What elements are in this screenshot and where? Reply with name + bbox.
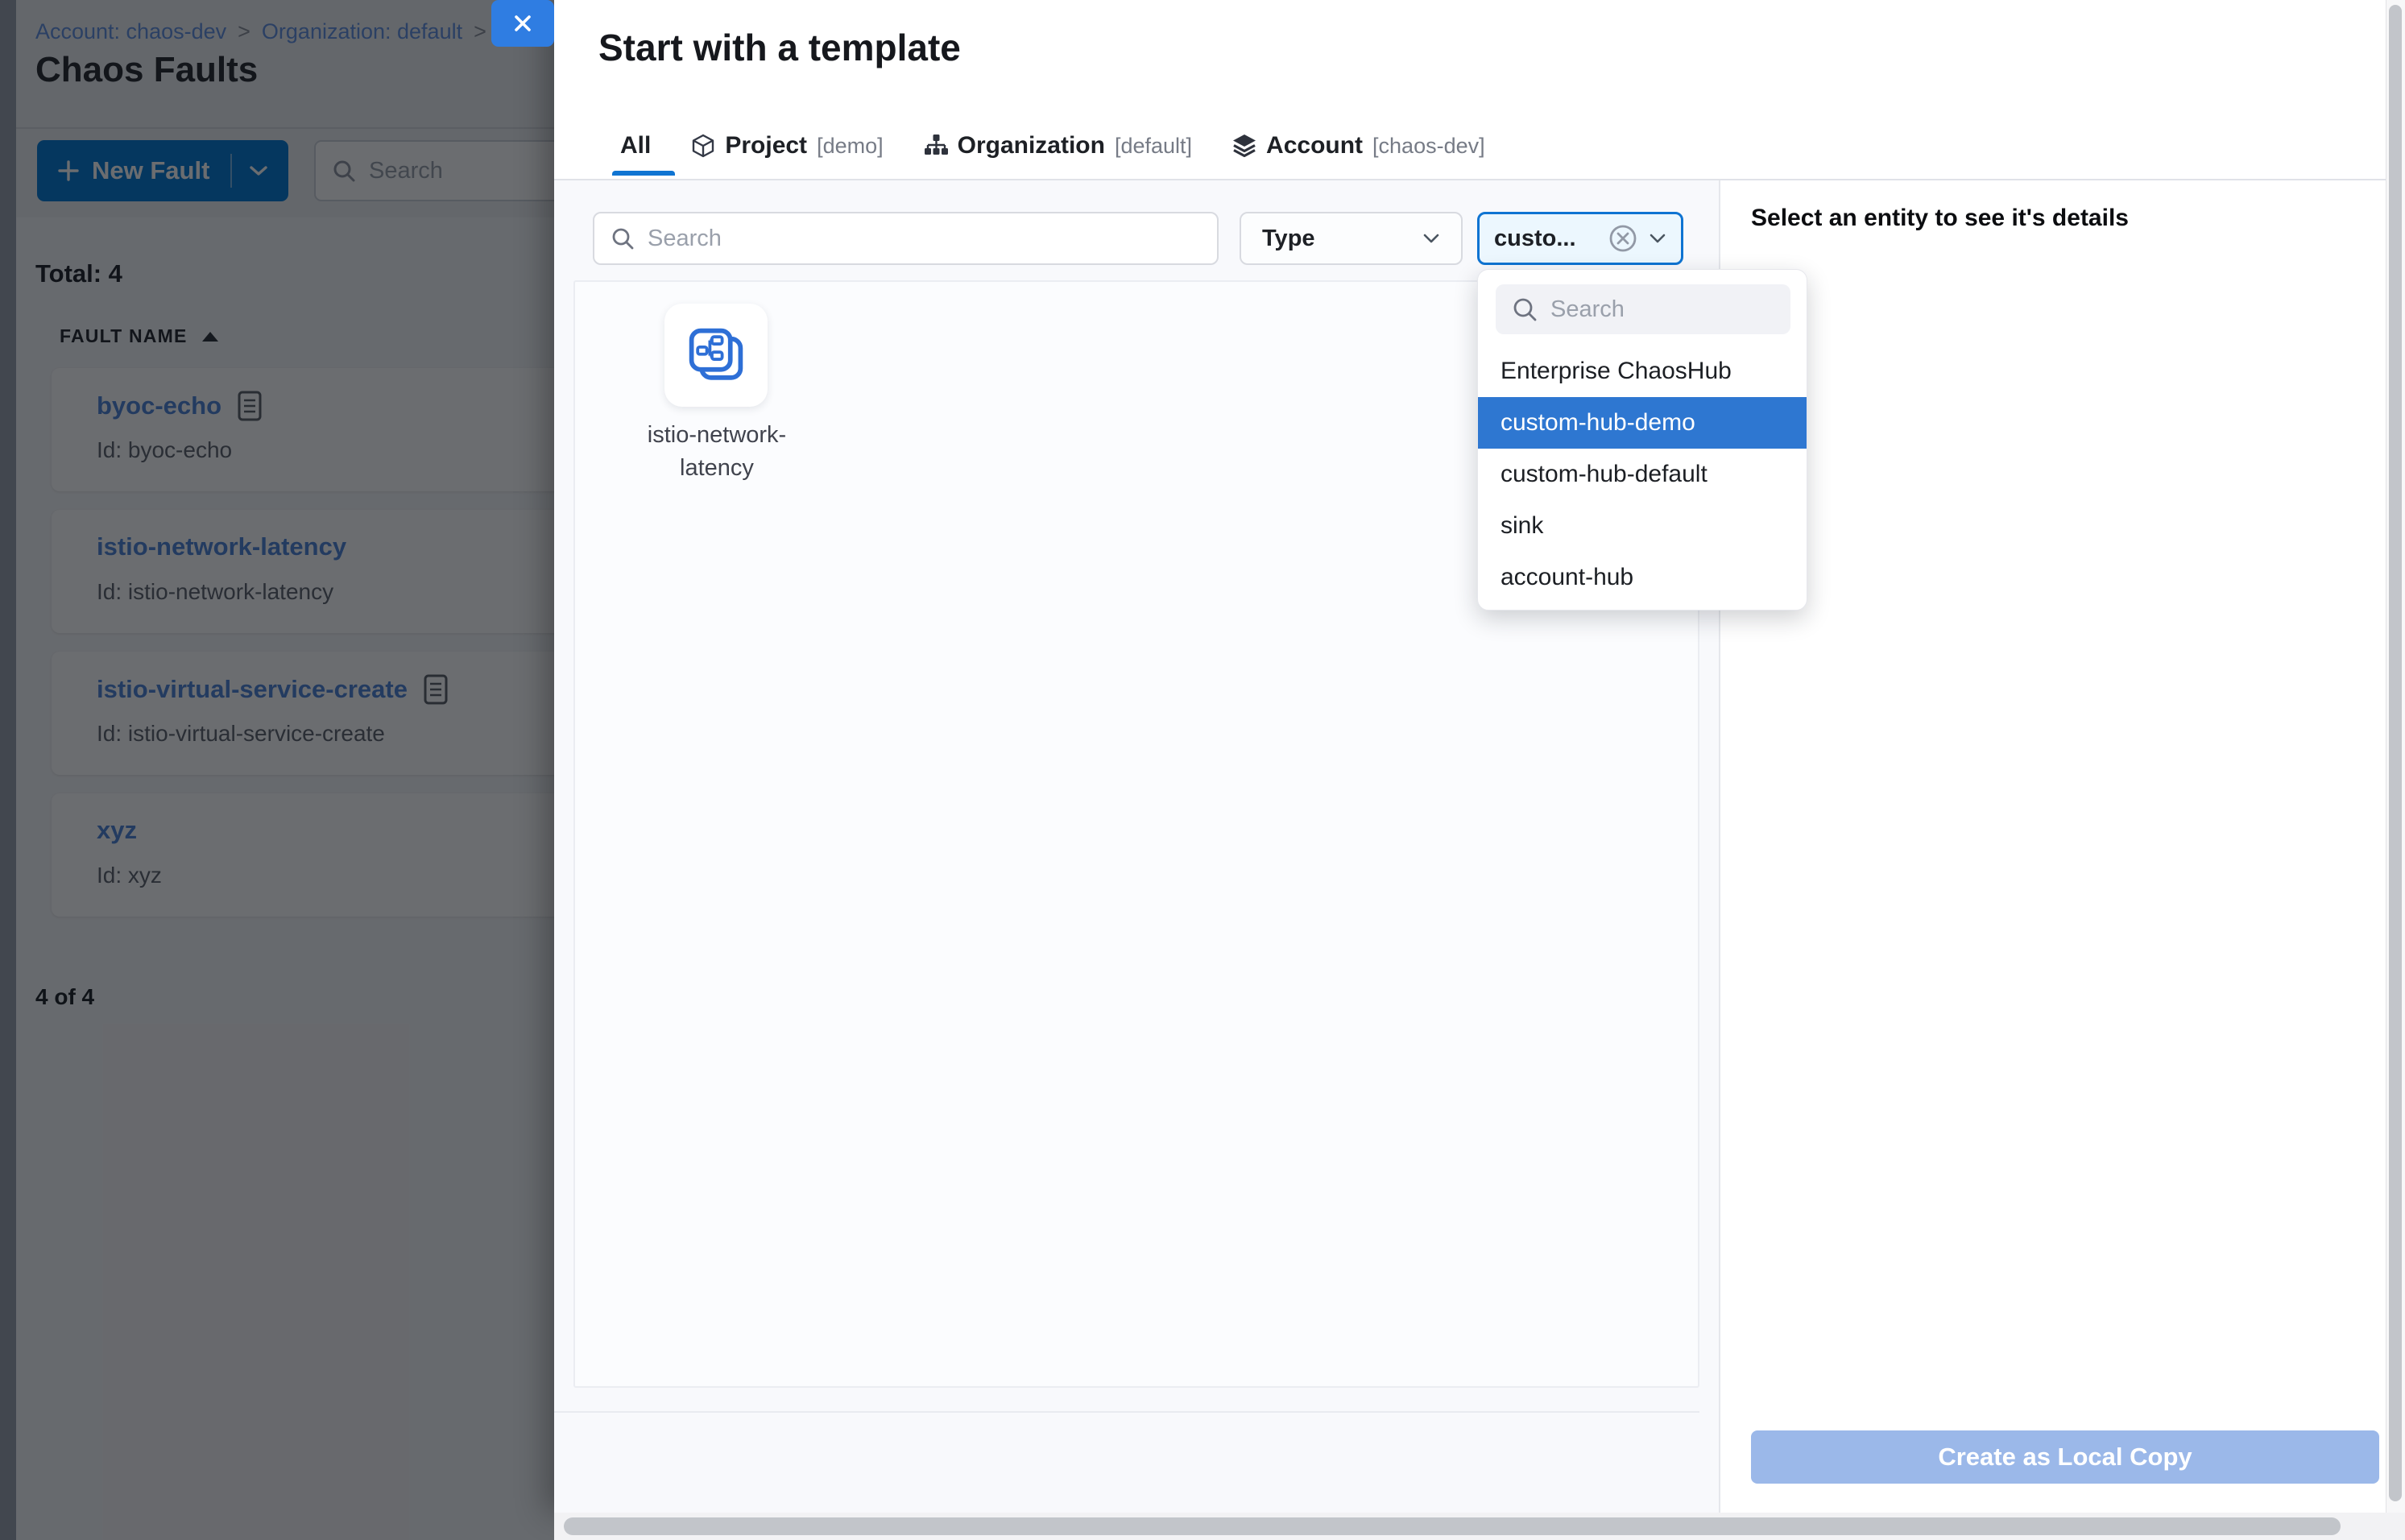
tab-organization[interactable]: Organization [default] — [924, 121, 1192, 171]
tab-all[interactable]: All — [620, 121, 651, 171]
tab-badge: [default] — [1115, 134, 1192, 159]
hub-option-custom-hub-demo[interactable]: custom-hub-demo — [1478, 397, 1807, 449]
scope-tabs: All Project [demo] Organization [default… — [620, 121, 1485, 171]
search-icon — [1512, 296, 1538, 322]
close-button[interactable] — [491, 0, 554, 47]
clear-filter-icon[interactable] — [1607, 222, 1639, 255]
template-search-input[interactable] — [648, 226, 1201, 252]
create-as-local-copy-button[interactable]: Create as Local Copy — [1751, 1430, 2379, 1484]
template-card-istio-network-latency[interactable] — [664, 304, 768, 407]
chevron-down-icon[interactable] — [1649, 233, 1666, 244]
tab-label: All — [620, 132, 651, 159]
hub-option-enterprise-chaoshub[interactable]: Enterprise ChaosHub — [1478, 346, 1807, 397]
hub-option-sink[interactable]: sink — [1478, 500, 1807, 552]
tab-project[interactable]: Project [demo] — [691, 121, 883, 171]
tab-badge: [demo] — [817, 134, 884, 159]
tab-account[interactable]: Account [chaos-dev] — [1232, 121, 1485, 171]
tab-badge: [chaos-dev] — [1372, 134, 1485, 159]
vertical-scrollbar[interactable] — [2386, 0, 2405, 1513]
cube-icon — [691, 134, 715, 158]
hub-filter-select[interactable]: custo... — [1477, 212, 1683, 265]
layers-icon — [1232, 134, 1256, 158]
search-icon — [611, 226, 635, 250]
horizontal-scrollbar[interactable] — [554, 1513, 2405, 1540]
template-card-label[interactable]: istio-network-latency — [616, 419, 818, 485]
type-filter-select[interactable]: Type — [1240, 212, 1463, 265]
sitemap-icon — [924, 134, 948, 158]
vertical-scrollbar-thumb[interactable] — [2389, 5, 2402, 1501]
hub-dropdown-search-box — [1496, 284, 1790, 334]
template-search-box — [593, 212, 1219, 265]
hub-dropdown-search-input[interactable] — [1550, 296, 1807, 323]
horizontal-scrollbar-thumb[interactable] — [564, 1517, 2341, 1535]
hub-dropdown-menu: Enterprise ChaosHub custom-hub-demo cust… — [1477, 269, 1807, 611]
hub-filter-value: custo... — [1494, 226, 1576, 252]
template-icon — [685, 325, 747, 386]
hub-options-list: Enterprise ChaosHub custom-hub-demo cust… — [1478, 346, 1807, 603]
details-panel: Select an entity to see it's details Cre… — [1720, 180, 2386, 1513]
modal-title: Start with a template — [598, 26, 961, 69]
tab-label: Project — [725, 132, 807, 159]
hub-option-custom-hub-default[interactable]: custom-hub-default — [1478, 449, 1807, 500]
details-placeholder-text: Select an entity to see it's details — [1751, 205, 2129, 232]
chevron-down-icon — [1422, 233, 1440, 244]
type-filter-label: Type — [1262, 226, 1315, 252]
tab-label: Organization — [958, 132, 1105, 159]
hub-option-account-hub[interactable]: account-hub — [1478, 552, 1807, 603]
template-grid-footer-line — [554, 1411, 1699, 1413]
close-icon — [511, 12, 534, 35]
start-with-template-modal: Start with a template All Project [demo]… — [554, 0, 2386, 1513]
tab-label: Account — [1266, 132, 1363, 159]
